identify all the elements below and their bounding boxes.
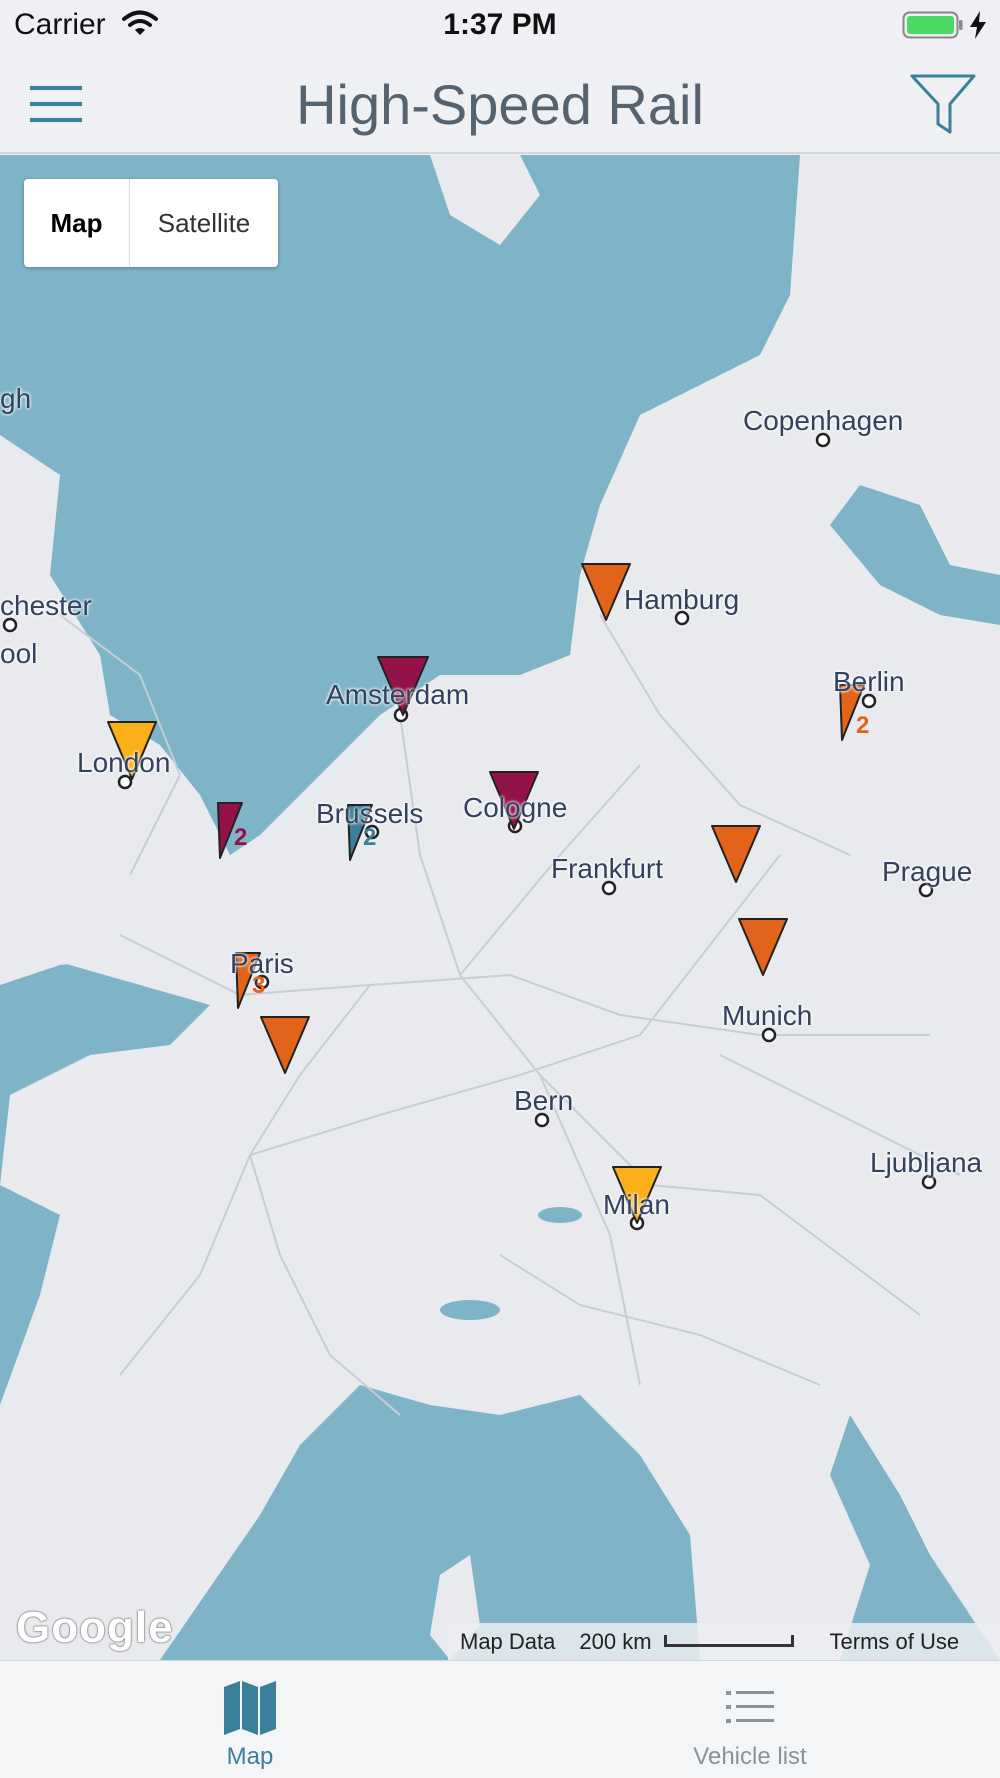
filter-button[interactable] [906,72,980,136]
map-canvas[interactable]: 2 2 2 3 [0,155,1000,1660]
map-type-toggle: Map Satellite [24,179,278,267]
lake-geneva [440,1300,500,1320]
charging-bolt-icon [968,10,988,45]
city-label-amsterdam: Amsterdam [326,679,470,710]
page-title: High-Speed Rail [296,73,704,136]
city-label-liverpool: ool [0,638,38,669]
cluster-count-berlin[interactable]: 2 [856,712,869,739]
city-label-bern: Bern [514,1085,574,1116]
city-label-paris: Paris [230,948,294,979]
lake-constance [538,1207,582,1223]
map-scale-label: 200 km [579,1628,652,1654]
map-scale-bar [663,1634,794,1647]
map-attribution-bar: Map Data 200 km Terms of Use [448,1623,1000,1660]
map-view[interactable]: 2 2 2 3 Copenhagen Hamburg Berlin Amster… [0,155,1000,1660]
filter-funnel-icon [910,74,976,134]
city-label-ljubljana: Ljubljana [870,1147,983,1178]
map-icon [224,1681,276,1735]
terms-of-use-link[interactable]: Terms of Use [818,1629,972,1655]
city-label-manchester: chester [0,590,92,621]
city-label-cologne: Cologne [463,792,568,823]
tab-map[interactable]: Map [0,1661,500,1778]
cluster-count-channel[interactable]: 2 [234,824,247,851]
navigation-bar: High-Speed Rail [0,54,1000,154]
tab-map-label: Map [226,1743,274,1770]
tab-vehicle-list[interactable]: Vehicle list [500,1661,1000,1778]
land-scandinavia [430,155,540,245]
land-funen [630,505,690,565]
tab-vehicle-list-label: Vehicle list [693,1743,807,1770]
google-logo: Google [16,1603,174,1652]
land-great-britain [0,435,230,985]
city-label-frankfurt: Frankfurt [551,853,664,884]
battery-icon [902,10,964,45]
city-label-hamburg: Hamburg [624,584,740,615]
city-label-london: London [77,747,171,778]
map-data-link[interactable]: Map Data [448,1629,567,1655]
tab-bar: Map Vehicle list [0,1660,1000,1778]
clock: 1:37 PM [443,8,557,41]
city-label-prague: Prague [882,856,973,887]
city-label-brussels: Brussels [316,798,424,829]
city-label-munich: Munich [722,1000,813,1031]
map-type-satellite-button[interactable]: Satellite [130,179,278,267]
city-label-copenhagen: Copenhagen [743,405,904,436]
list-icon [726,1691,774,1723]
city-label-milan: Milan [603,1189,670,1220]
city-label-berlin: Berlin [833,666,905,697]
city-label-edinburgh: gh [0,383,32,414]
status-bar: Carrier 1:37 PM [0,0,1000,54]
map-type-map-button[interactable]: Map [24,179,130,267]
